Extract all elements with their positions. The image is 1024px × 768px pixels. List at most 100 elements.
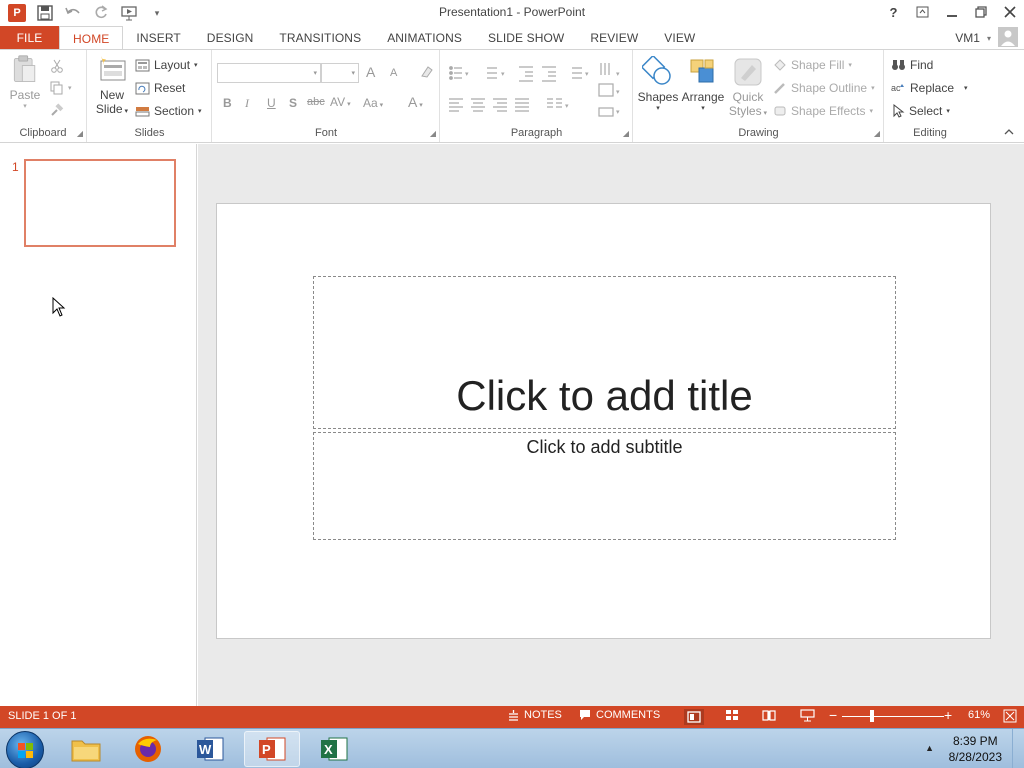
zoom-slider-handle[interactable]: [870, 710, 874, 722]
numbering-button[interactable]: [481, 62, 507, 82]
normal-view-button[interactable]: [684, 709, 704, 725]
quick-styles-button[interactable]: Quick Styles ▾: [726, 56, 770, 118]
character-spacing-button[interactable]: AV ▾: [330, 95, 351, 109]
start-button[interactable]: [6, 731, 44, 768]
slide-thumbnail[interactable]: [24, 159, 176, 247]
increase-indent-button[interactable]: [540, 62, 560, 82]
select-button[interactable]: Select ▾: [891, 101, 950, 121]
shape-effects-button[interactable]: Shape Effects ▾: [773, 101, 873, 121]
line-spacing-button[interactable]: [568, 62, 592, 82]
align-left-button[interactable]: [447, 95, 465, 115]
reading-view-button[interactable]: [762, 709, 776, 721]
tab-home[interactable]: HOME: [59, 26, 124, 51]
bullets-button[interactable]: [445, 62, 471, 82]
format-painter-button[interactable]: [50, 100, 64, 120]
excel-app[interactable]: X: [306, 731, 362, 767]
new-slide-icon: [100, 56, 126, 81]
show-desktop-button[interactable]: [1012, 729, 1024, 768]
tab-design[interactable]: DESIGN: [194, 26, 267, 50]
shrink-font-button[interactable]: A: [390, 67, 397, 79]
word-app[interactable]: W: [182, 731, 238, 767]
italic-button[interactable]: I: [245, 96, 249, 111]
comments-button[interactable]: COMMENTS: [579, 709, 660, 721]
font-size-combo[interactable]: ▾: [321, 63, 359, 83]
dialog-launcher-icon[interactable]: ◢: [430, 129, 436, 138]
text-shadow-button[interactable]: S: [289, 96, 297, 110]
font-color-button[interactable]: A ▾: [408, 94, 423, 110]
tab-slide-show[interactable]: SLIDE SHOW: [475, 26, 577, 50]
quick-access-toolbar: P ▾: [6, 3, 168, 23]
shapes-icon: [642, 56, 671, 85]
center-button[interactable]: [469, 95, 487, 115]
show-hidden-icons-icon[interactable]: ▲: [925, 743, 934, 753]
columns-button[interactable]: [544, 95, 570, 115]
collapse-ribbon-icon[interactable]: [1004, 124, 1014, 138]
decrease-indent-button[interactable]: [517, 62, 537, 82]
tab-animations[interactable]: ANIMATIONS: [374, 26, 475, 50]
subtitle-placeholder[interactable]: Click to add subtitle: [313, 432, 896, 540]
font-name-combo[interactable]: ▾: [217, 63, 321, 83]
dialog-launcher-icon[interactable]: ◢: [623, 129, 629, 138]
ribbon-display-options-icon[interactable]: [908, 0, 937, 24]
minimize-icon[interactable]: [937, 0, 966, 24]
new-slide-button[interactable]: New Slide ▾: [92, 54, 132, 116]
help-icon[interactable]: ?: [879, 0, 908, 24]
save-icon[interactable]: [34, 3, 56, 23]
dialog-launcher-icon[interactable]: ◢: [77, 129, 83, 138]
zoom-level[interactable]: 61%: [968, 709, 990, 721]
fit-slide-button[interactable]: [1003, 709, 1017, 723]
tab-view[interactable]: VIEW: [651, 26, 708, 50]
strikethrough-button[interactable]: abc: [307, 96, 325, 108]
reset-button[interactable]: Reset: [135, 78, 185, 98]
zoom-in-button[interactable]: +: [944, 707, 952, 723]
title-placeholder[interactable]: Click to add title: [313, 276, 896, 429]
cut-button[interactable]: [50, 56, 64, 76]
word-icon: W: [197, 737, 224, 761]
align-right-button[interactable]: [491, 95, 509, 115]
slide-show-button[interactable]: [800, 709, 815, 722]
tab-transitions[interactable]: TRANSITIONS: [266, 26, 374, 50]
system-clock[interactable]: 8:39 PM 8/28/2023: [949, 733, 1002, 765]
layout-button[interactable]: Layout ▾: [135, 55, 198, 75]
firefox-app[interactable]: [120, 731, 176, 767]
account-menu[interactable]: VM1 ▾: [955, 26, 1024, 50]
shape-outline-button[interactable]: Shape Outline ▾: [773, 78, 875, 98]
powerpoint-logo-icon[interactable]: P: [6, 3, 28, 23]
tab-review[interactable]: REVIEW: [577, 26, 651, 50]
customize-qat-icon[interactable]: ▾: [146, 3, 168, 23]
convert-to-smartart-button[interactable]: [597, 104, 623, 120]
text-direction-button[interactable]: [597, 60, 623, 80]
section-button[interactable]: Section ▾: [135, 101, 202, 121]
zoom-out-button[interactable]: −: [829, 707, 837, 723]
bold-button[interactable]: B: [223, 96, 232, 110]
find-button[interactable]: Find: [891, 55, 933, 75]
close-icon[interactable]: [995, 0, 1024, 24]
notes-icon: [509, 710, 518, 721]
tab-file[interactable]: FILE: [0, 26, 59, 50]
dialog-launcher-icon[interactable]: ◢: [874, 129, 880, 138]
shape-fill-button[interactable]: Shape Fill ▾: [773, 55, 852, 75]
redo-icon[interactable]: [90, 3, 112, 23]
powerpoint-app[interactable]: P: [244, 731, 300, 767]
change-case-button[interactable]: Aa ▾: [363, 96, 383, 110]
zoom-slider-track[interactable]: [842, 716, 944, 717]
slide-sorter-button[interactable]: [725, 709, 739, 721]
shapes-button[interactable]: Shapes ▾: [638, 56, 678, 112]
scissors-icon: [51, 59, 63, 73]
grow-font-button[interactable]: A: [366, 64, 375, 80]
file-explorer-app[interactable]: [58, 731, 114, 767]
start-from-beginning-icon[interactable]: [118, 3, 140, 23]
slide-canvas[interactable]: Click to add title Click to add subtitle: [216, 203, 991, 639]
underline-button[interactable]: U: [267, 96, 276, 110]
replace-button[interactable]: ac Replace ▾: [891, 78, 968, 98]
paste-button[interactable]: Paste ▾: [8, 54, 42, 110]
clear-formatting-icon[interactable]: [419, 64, 434, 82]
notes-button[interactable]: NOTES: [508, 709, 562, 721]
justify-button[interactable]: [513, 95, 531, 115]
arrange-button[interactable]: Arrange ▾: [681, 56, 725, 112]
copy-button[interactable]: ▾: [50, 78, 72, 98]
align-text-button[interactable]: [597, 82, 623, 102]
restore-icon[interactable]: [966, 0, 995, 24]
tab-insert[interactable]: INSERT: [123, 26, 193, 50]
undo-icon[interactable]: [62, 3, 84, 23]
